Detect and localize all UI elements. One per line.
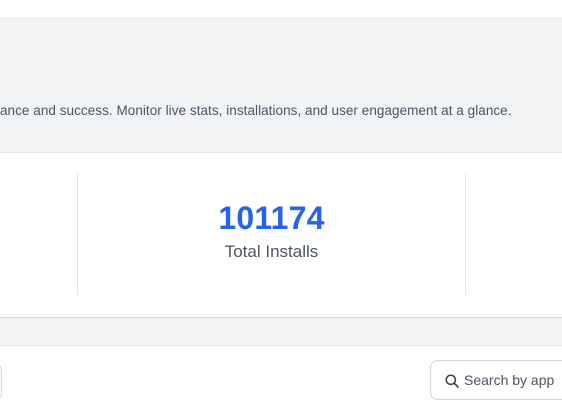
stat-total-installs: 101174 Total Installs — [78, 153, 465, 318]
top-strip — [0, 0, 562, 17]
header-description: ance and success. Monitor live stats, in… — [0, 103, 512, 118]
dashboard-header: ance and success. Monitor live stats, in… — [0, 17, 562, 153]
apps-toolbar — [0, 345, 562, 406]
section-spacer — [0, 318, 562, 345]
stat-divider-right — [465, 173, 466, 295]
stat-value: 101174 — [218, 200, 325, 236]
search-box[interactable] — [430, 360, 562, 400]
stats-card: 101174 Total Installs — [0, 153, 562, 318]
search-icon — [445, 374, 459, 388]
stat-label: Total Installs — [224, 242, 319, 261]
search-input[interactable] — [464, 361, 562, 399]
filter-control[interactable] — [0, 364, 2, 400]
